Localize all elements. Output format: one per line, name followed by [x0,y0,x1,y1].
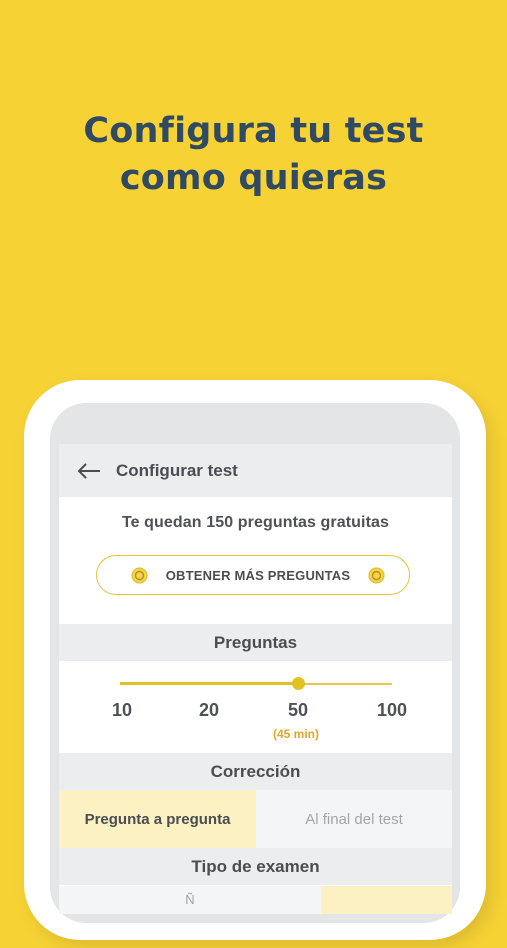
slider-option-100[interactable]: 100 [377,700,407,721]
correction-option-end-of-test[interactable]: Al final del test [256,790,452,848]
questions-section-header: Preguntas [59,624,452,661]
coin-icon [368,567,385,583]
app-screen: Configurar test Te quedan 150 preguntas … [59,444,452,914]
app-bar: Configurar test [59,444,452,497]
page-title: Configurar test [116,460,238,480]
slider-option-10[interactable]: 10 [112,700,132,721]
correction-segmented-control: Pregunta a pregunta Al final del test [59,790,452,848]
coin-icon [131,567,148,583]
get-more-questions-label: OBTENER MÁS PREGUNTAS [165,567,351,583]
slider-option-50[interactable]: 50 [288,700,308,721]
arrow-left-icon[interactable] [76,462,102,480]
questions-slider[interactable]: 10 20 50 100 (45 min) [59,661,452,753]
promo-headline: Configura tu test como quieras [0,108,507,202]
promo-headline-line2: como quieras [119,158,388,198]
slider-thumb[interactable] [292,677,305,690]
exam-type-option-label: Ñ [185,892,195,907]
promo-headline-line1: Configura tu test [83,111,424,151]
exam-type-option[interactable]: Ñ [59,886,321,914]
slider-track-filled [120,682,299,685]
free-questions-remaining: Te quedan 150 preguntas gratuitas [121,514,390,531]
correction-option-per-question[interactable]: Pregunta a pregunta [59,790,256,848]
exam-type-section-header: Tipo de examen [59,848,452,885]
exam-type-option-selected[interactable] [321,886,452,914]
selected-duration: (45 min) [273,727,320,741]
slider-option-20[interactable]: 20 [199,700,219,721]
get-more-questions-button[interactable]: OBTENER MÁS PREGUNTAS [96,555,410,595]
exam-type-segmented-control: Ñ [59,886,452,914]
correction-section-header: Corrección [59,753,452,790]
